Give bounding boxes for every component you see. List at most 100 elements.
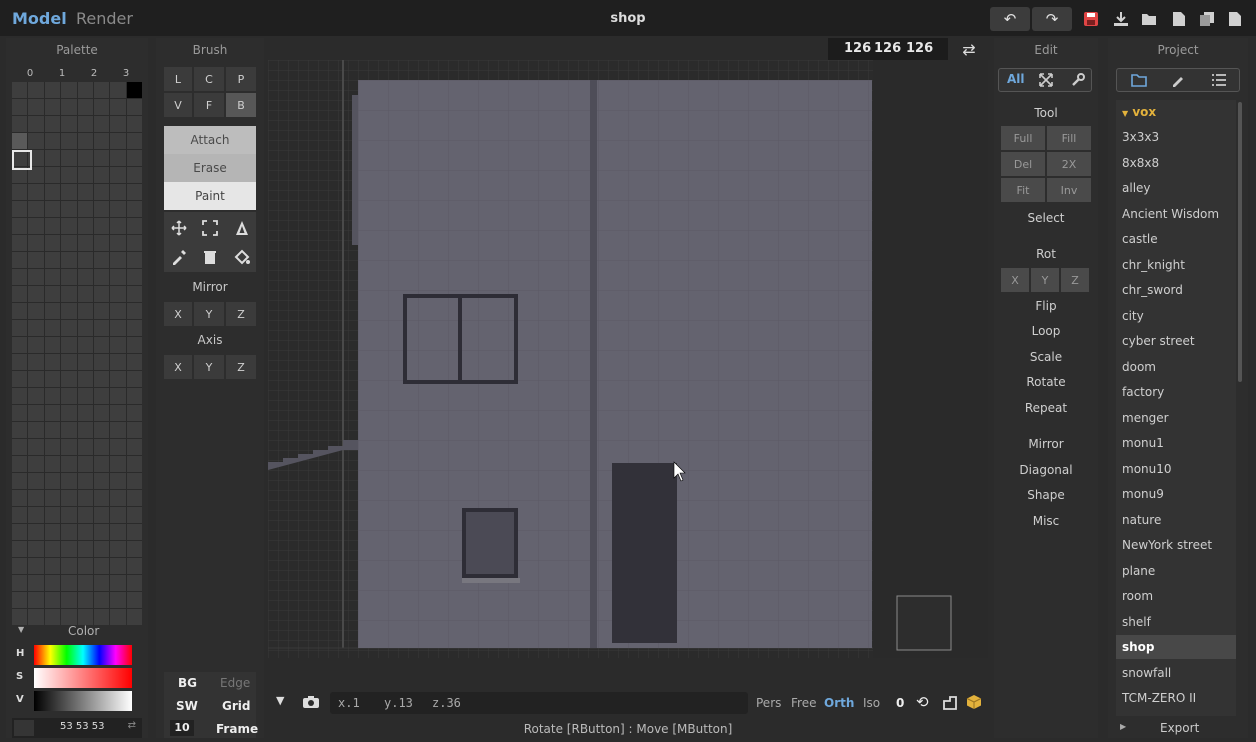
palette-swatch[interactable] (126, 541, 142, 557)
palette-swatch[interactable] (110, 422, 126, 438)
palette-swatch[interactable] (110, 524, 126, 540)
palette-swatch[interactable] (28, 388, 44, 404)
palette-swatch[interactable] (61, 99, 77, 115)
frame-view-icon[interactable] (942, 695, 958, 711)
palette-swatch[interactable] (61, 422, 77, 438)
palette-swatch[interactable] (126, 201, 142, 217)
project-item[interactable]: menger (1116, 406, 1236, 430)
palette-column-label[interactable]: 3 (110, 68, 142, 79)
palette-swatch[interactable] (12, 133, 28, 149)
view-free-button[interactable]: Free (791, 696, 816, 710)
palette-swatch[interactable] (93, 473, 110, 489)
paint-button[interactable]: Paint (164, 182, 256, 210)
project-item[interactable]: nature (1116, 508, 1236, 532)
palette-swatch[interactable] (12, 201, 28, 217)
palette-swatch[interactable] (44, 592, 61, 608)
diagonal-button[interactable]: Diagonal (994, 463, 1098, 477)
palette-swatch[interactable] (12, 116, 28, 132)
palette-swatch[interactable] (28, 575, 44, 591)
palette-swatch[interactable] (28, 320, 44, 336)
palette-swatch[interactable] (126, 235, 142, 251)
palette-swatch[interactable] (61, 405, 77, 421)
palette-swatch[interactable] (44, 235, 61, 251)
project-item[interactable]: TCM-ZERO II (1116, 686, 1236, 710)
axis-y-button[interactable]: Y (194, 355, 224, 379)
move-icon[interactable] (171, 220, 187, 236)
bg-toggle[interactable]: BG (178, 676, 197, 690)
palette-swatch[interactable] (110, 507, 126, 523)
palette-swatch[interactable] (44, 422, 61, 438)
brush-v-button[interactable]: V (164, 93, 192, 117)
palette-swatch[interactable] (126, 133, 142, 149)
palette-swatch[interactable] (93, 524, 110, 540)
palette-swatch[interactable] (44, 558, 61, 574)
brush-icon[interactable] (1171, 73, 1185, 87)
dim-z[interactable]: 126 (906, 41, 933, 56)
palette-swatch[interactable] (126, 456, 142, 472)
project-file-list[interactable]: ▼ vox 3x3x3 8x8x8 alley Ancient Wisdom castl… (1116, 100, 1236, 716)
palette-swatch[interactable] (126, 439, 142, 455)
palette-swatch[interactable] (93, 99, 110, 115)
palette-swatch[interactable] (61, 184, 77, 200)
palette-swatch[interactable] (77, 167, 93, 183)
palette-swatch[interactable] (44, 150, 61, 166)
current-color-swatch[interactable] (14, 720, 34, 736)
palette-swatch[interactable] (12, 575, 28, 591)
project-item[interactable]: doom (1116, 355, 1236, 379)
select-label[interactable]: Select (994, 211, 1098, 225)
brush-l-button[interactable]: L (164, 67, 192, 91)
palette-swatch[interactable] (110, 252, 126, 268)
palette-swatch[interactable] (93, 116, 110, 132)
brush-c-button[interactable]: C (194, 67, 224, 91)
voxel-scene[interactable] (268, 60, 988, 658)
duplicate-button[interactable] (1196, 8, 1218, 30)
project-item[interactable]: 3x3x3 (1116, 125, 1236, 149)
scale-button[interactable]: Scale (994, 350, 1098, 364)
palette-swatch[interactable] (61, 456, 77, 472)
palette-swatch[interactable] (44, 269, 61, 285)
expand-icon[interactable] (1039, 73, 1053, 87)
palette-swatch[interactable] (44, 456, 61, 472)
project-item[interactable]: Ancient Wisdom (1116, 202, 1236, 226)
palette-swatch[interactable] (28, 439, 44, 455)
palette-swatch[interactable] (28, 592, 44, 608)
palette-swatch[interactable] (61, 286, 77, 302)
delete-file-button[interactable] (1224, 8, 1246, 30)
rotate-button[interactable]: Rotate (994, 375, 1098, 389)
palette-swatch[interactable] (93, 320, 110, 336)
palette-swatch[interactable] (44, 218, 61, 234)
palette-swatch[interactable] (77, 422, 93, 438)
frame-toggle[interactable]: Frame (216, 722, 258, 736)
palette-swatch[interactable] (61, 303, 77, 319)
project-item[interactable]: 8x8x8 (1116, 151, 1236, 175)
palette-swatch[interactable] (77, 201, 93, 217)
tool-del-button[interactable]: Del (1001, 152, 1045, 176)
dim-x[interactable]: 126 (844, 41, 871, 56)
palette-swatch[interactable] (61, 133, 77, 149)
palette-swatch[interactable] (12, 252, 28, 268)
palette-swatch[interactable] (44, 575, 61, 591)
palette-swatch[interactable] (126, 354, 142, 370)
palette-swatch[interactable] (93, 269, 110, 285)
palette-swatch[interactable] (93, 490, 110, 506)
palette-swatch[interactable] (28, 116, 44, 132)
palette-swatch[interactable] (93, 456, 110, 472)
sw-toggle[interactable]: SW (176, 699, 198, 713)
palette-swatch[interactable] (44, 184, 61, 200)
palette-swatch[interactable] (126, 337, 142, 353)
palette-swatch[interactable] (110, 371, 126, 387)
palette-swatch[interactable] (12, 473, 28, 489)
palette-swatch[interactable] (110, 133, 126, 149)
palette-swatch[interactable] (44, 541, 61, 557)
palette-swatch[interactable] (77, 507, 93, 523)
palette-swatch[interactable] (93, 252, 110, 268)
palette-swatch[interactable] (110, 99, 126, 115)
eyedropper-icon[interactable] (171, 249, 187, 265)
hue-slider[interactable] (34, 645, 132, 665)
palette-swatch[interactable] (110, 235, 126, 251)
palette-swatch[interactable] (110, 405, 126, 421)
palette-swatch[interactable] (126, 167, 142, 183)
palette-swatch[interactable] (93, 82, 110, 98)
palette-swatch[interactable] (110, 269, 126, 285)
palette-swatch[interactable] (93, 592, 110, 608)
